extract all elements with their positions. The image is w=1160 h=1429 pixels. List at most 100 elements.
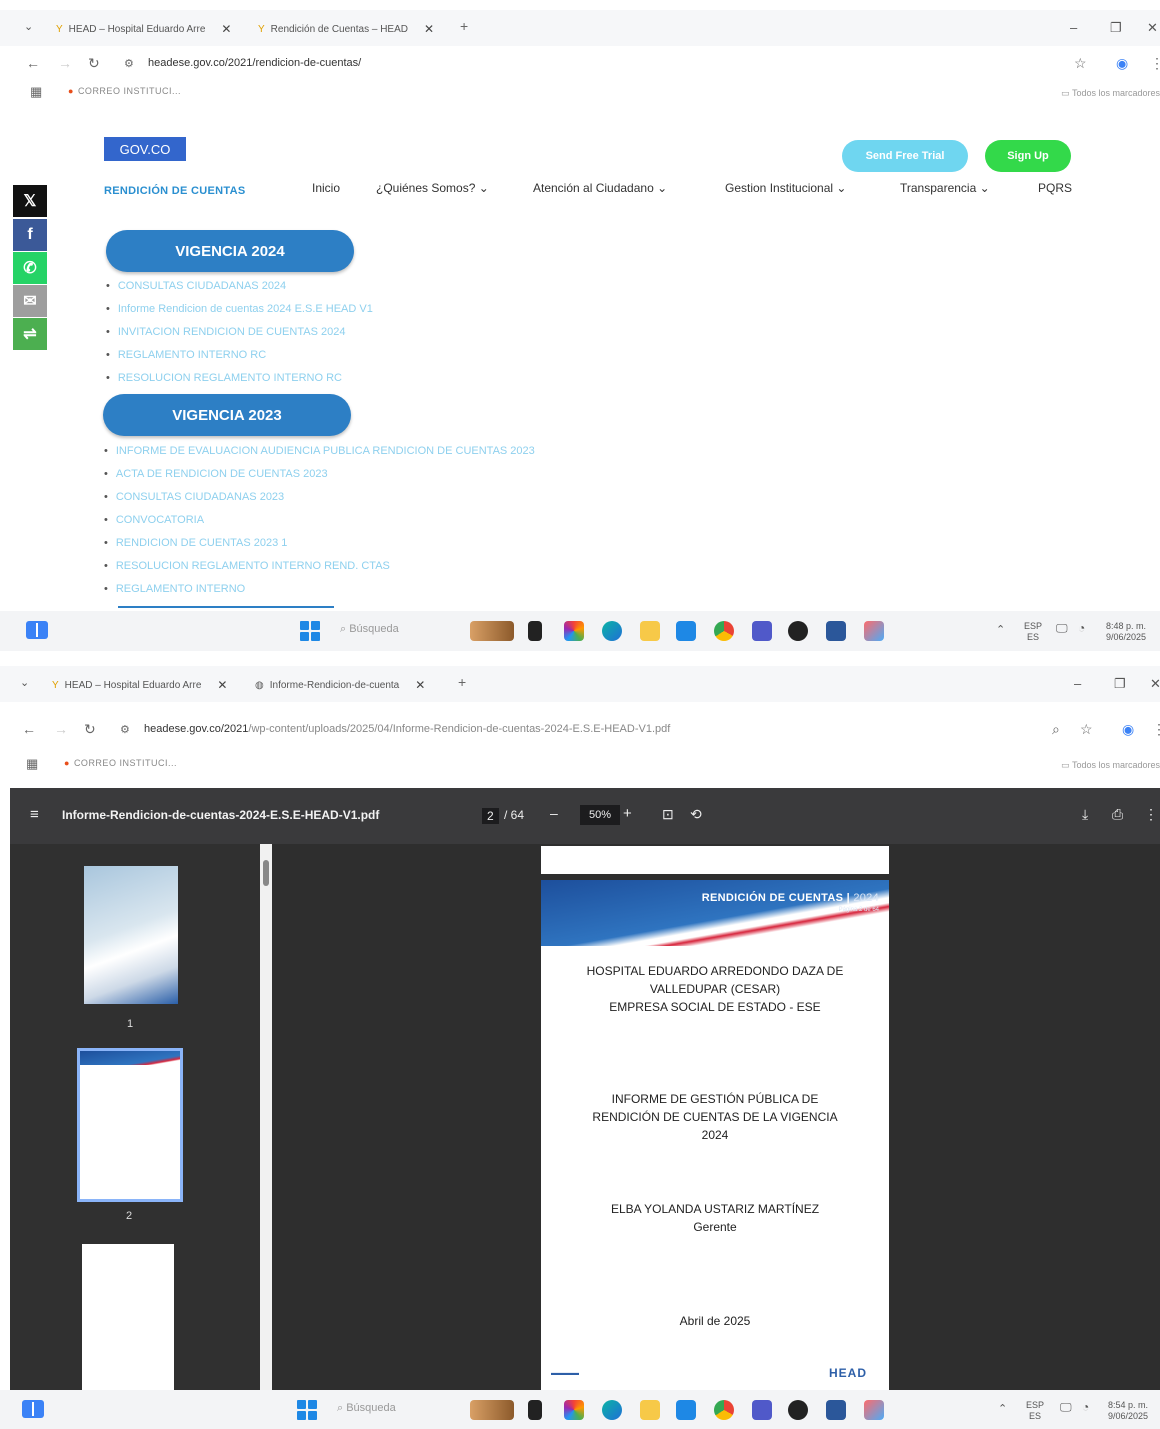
back-icon[interactable]: ← (26, 55, 40, 71)
tab-rendicion[interactable]: Y Rendición de Cuentas – HEAD ✕ (258, 16, 434, 42)
chrome-icon[interactable] (714, 1400, 734, 1420)
more-share-icon[interactable]: ⇌ (13, 318, 47, 350)
reload-icon[interactable]: ↻ (84, 721, 96, 738)
list-item[interactable]: RESOLUCION REGLAMENTO INTERNO REND. CTAS (104, 555, 535, 578)
taskbar-search[interactable]: ⌕ Búsqueda (340, 623, 399, 636)
restore-icon[interactable]: ❐ (1114, 676, 1126, 692)
tab-informe-pdf[interactable]: ◍ Informe-Rendicion-de-cuenta ✕ (255, 672, 425, 698)
nav-atencion-ciudadano[interactable]: Atención al Ciudadano ⌄ (533, 181, 667, 195)
rotate-icon[interactable]: ⟲ (690, 806, 702, 823)
apps-grid-icon[interactable]: ▦ (26, 756, 38, 772)
nav-pqrs[interactable]: PQRS (1038, 181, 1072, 195)
all-bookmarks[interactable]: ▭ Todos los marcadores (1061, 88, 1160, 99)
url-field[interactable]: headese.gov.co/2021/wp-content/uploads/2… (144, 723, 670, 735)
list-item[interactable]: CONVOCATORIA (104, 509, 535, 532)
more-options-icon[interactable]: ⋮ (1144, 806, 1158, 823)
widgets-icon[interactable] (22, 1400, 44, 1418)
profile-icon[interactable]: ◉ (1122, 721, 1134, 738)
list-item[interactable]: CONSULTAS CIUDADANAS 2023 (104, 486, 535, 509)
list-item[interactable]: CONSULTAS CIUDADANAS 2024 (106, 275, 373, 298)
page-thumbnail[interactable] (84, 866, 178, 1004)
widgets-icon[interactable] (26, 621, 48, 639)
zoom-out-icon[interactable]: – (550, 805, 558, 821)
zoom-icon[interactable]: ⌕ (1052, 721, 1060, 738)
all-bookmarks[interactable]: ▭ Todos los marcadores (1061, 760, 1160, 771)
list-item[interactable]: REGLAMENTO INTERNO (104, 578, 535, 601)
close-window-icon[interactable]: ✕ (1147, 20, 1158, 36)
list-item[interactable]: Informe Rendicion de cuentas 2024 E.S.E … (106, 298, 373, 321)
teams-icon[interactable] (752, 1400, 772, 1420)
list-item[interactable]: RENDICION DE CUENTAS 2023 1 (104, 532, 535, 555)
clock[interactable]: 8:54 p. m. 9/06/2025 (1108, 1400, 1148, 1422)
forward-icon[interactable]: → (58, 55, 72, 71)
send-free-trial-button[interactable]: Send Free Trial (842, 140, 968, 172)
reload-icon[interactable]: ↻ (88, 55, 100, 72)
page-thumbnail[interactable] (82, 1244, 174, 1390)
copilot-icon[interactable] (564, 621, 584, 641)
site-info-icon[interactable]: ⚙ (124, 57, 134, 70)
apps-grid-icon[interactable]: ▦ (30, 84, 42, 100)
nav-quienes-somos[interactable]: ¿Quiénes Somos? ⌄ (376, 181, 489, 195)
scroll-thumb[interactable] (263, 860, 269, 886)
download-icon[interactable]: ⤓ (1082, 806, 1088, 823)
bookmark-correo[interactable]: ● CORREO INSTITUCI... (64, 758, 177, 768)
new-tab-icon[interactable]: + (458, 674, 466, 690)
list-item[interactable]: ACTA DE RENDICION DE CUENTAS 2023 (104, 463, 535, 486)
outlook-icon[interactable] (676, 1400, 696, 1420)
print-icon[interactable]: ⎙ (1112, 806, 1123, 823)
nav-gestion-institucional[interactable]: Gestion Institucional ⌄ (725, 181, 846, 195)
bookmark-star-icon[interactable]: ☆ (1080, 721, 1093, 738)
bookmark-star-icon[interactable]: ☆ (1074, 55, 1087, 72)
edge-icon[interactable] (602, 1400, 622, 1420)
tab-search-icon[interactable]: ⌄ (20, 676, 29, 689)
nav-inicio[interactable]: Inicio (312, 181, 340, 195)
tab-head-hospital[interactable]: Y HEAD – Hospital Eduardo Arre ✕ (52, 672, 227, 698)
tab-search-icon[interactable]: ⌄ (24, 20, 33, 33)
network-icon[interactable]: 🖵 (1056, 622, 1068, 634)
facebook-share-icon[interactable]: f (13, 219, 47, 251)
media-player-icon[interactable] (788, 621, 808, 641)
x-share-icon[interactable]: 𝕏 (13, 185, 47, 217)
list-item[interactable]: INVITACION RENDICION DE CUENTAS 2024 (106, 321, 373, 344)
forward-icon[interactable]: → (54, 721, 68, 737)
list-item[interactable]: REGLAMENTO INTERNO RC (106, 344, 373, 367)
list-item[interactable]: RESOLUCION REGLAMENTO INTERNO RC (106, 367, 373, 390)
windows-start-icon[interactable] (297, 1400, 317, 1420)
word-icon[interactable] (826, 1400, 846, 1420)
file-explorer-icon[interactable] (640, 1400, 660, 1420)
volume-icon[interactable]: ◔ (1078, 622, 1085, 634)
govco-logo[interactable]: GOV.CO (104, 137, 186, 161)
file-icon[interactable] (528, 1400, 542, 1420)
nav-transparencia[interactable]: Transparencia ⌄ (900, 181, 990, 195)
network-icon[interactable]: 🖵 (1060, 1401, 1072, 1413)
kebab-menu-icon[interactable]: ⋮ (1150, 55, 1160, 72)
teams-icon[interactable] (752, 621, 772, 641)
site-title[interactable]: RENDICIÓN DE CUENTAS (104, 185, 245, 197)
whatsapp-share-icon[interactable]: ✆ (13, 252, 47, 284)
close-window-icon[interactable]: ✕ (1150, 676, 1160, 692)
tab-head-hospital[interactable]: Y HEAD – Hospital Eduardo Arre ✕ (56, 16, 231, 42)
outlook-icon[interactable] (676, 621, 696, 641)
sign-up-button[interactable]: Sign Up (985, 140, 1071, 172)
snipping-tool-icon[interactable] (864, 621, 884, 641)
tray-chevron-icon[interactable]: ⌃ (996, 625, 1005, 636)
minimize-icon[interactable]: – (1074, 676, 1081, 691)
vigencia-2024-heading[interactable]: VIGENCIA 2024 (106, 230, 354, 272)
minimize-icon[interactable]: – (1070, 20, 1077, 35)
language-indicator[interactable]: ESP ES (1024, 621, 1042, 643)
kebab-menu-icon[interactable]: ⋮ (1152, 721, 1160, 738)
close-tab-icon[interactable]: ✕ (221, 22, 231, 36)
snipping-tool-icon[interactable] (864, 1400, 884, 1420)
hamburger-menu-icon[interactable]: ≡ (30, 806, 39, 823)
url-field[interactable]: headese.gov.co/2021/rendicion-de-cuentas… (148, 57, 361, 69)
page-number-input[interactable]: 2 (482, 808, 499, 824)
word-icon[interactable] (826, 621, 846, 641)
file-icon[interactable] (528, 621, 542, 641)
volume-icon[interactable]: ◔ (1082, 1401, 1089, 1413)
close-tab-icon[interactable]: ✕ (217, 678, 227, 692)
clock[interactable]: 8:48 p. m. 9/06/2025 (1106, 621, 1146, 643)
list-item[interactable]: INFORME DE EVALUACION AUDIENCIA PUBLICA … (104, 440, 535, 463)
profile-icon[interactable]: ◉ (1116, 55, 1128, 72)
tray-chevron-icon[interactable]: ⌃ (998, 1404, 1007, 1415)
edge-icon[interactable] (602, 621, 622, 641)
